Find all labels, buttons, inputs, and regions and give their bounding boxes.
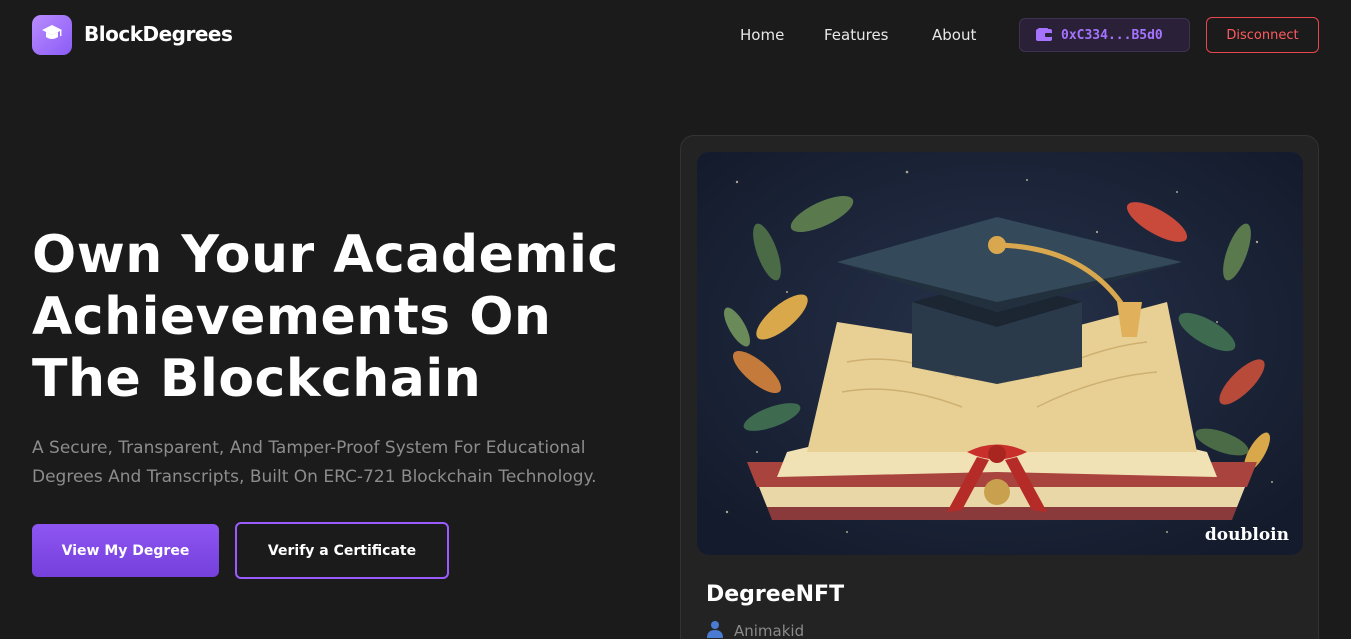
nft-card[interactable]: doubloin DegreeNFT Animakid [680, 135, 1319, 639]
wallet-address-badge[interactable]: 0xC334...B5d0 [1019, 18, 1190, 52]
nav-link-about[interactable]: About [932, 26, 976, 44]
image-watermark: doubloin [1204, 525, 1289, 545]
disconnect-button[interactable]: Disconnect [1206, 17, 1319, 53]
hero-title: Own Your Academic Achievements On The Bl… [32, 225, 619, 409]
hero-subtitle: A Secure, Transparent, And Tamper-Proof … [32, 438, 597, 487]
verify-certificate-button[interactable]: Verify a Certificate [235, 522, 449, 579]
view-my-degree-button[interactable]: View My Degree [32, 524, 219, 577]
degree-nft-image[interactable]: doubloin [697, 152, 1303, 555]
brand-logo[interactable] [32, 15, 72, 55]
brand-name[interactable]: BlockDegrees [84, 22, 233, 46]
user-icon [706, 620, 724, 639]
nav-link-features[interactable]: Features [824, 26, 889, 44]
wallet-address: 0xC334...B5d0 [1061, 27, 1163, 43]
nft-title: DegreeNFT [706, 582, 845, 607]
wallet-icon [1036, 26, 1052, 45]
nft-owner[interactable]: Animakid [706, 620, 804, 639]
graduation-cap-icon [41, 24, 63, 46]
owner-name: Animakid [734, 622, 805, 639]
top-navbar: BlockDegrees Home Features About 0xC334.… [0, 0, 1351, 70]
nav-link-home[interactable]: Home [740, 26, 784, 44]
